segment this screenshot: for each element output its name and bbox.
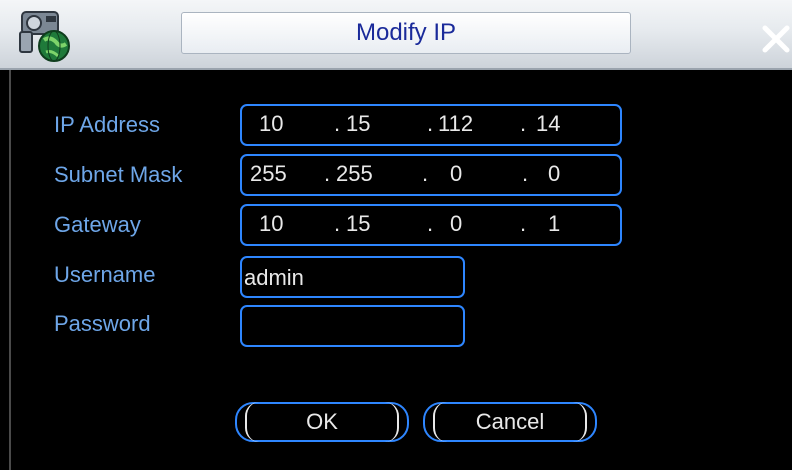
- mask-dot: .: [324, 161, 331, 186]
- subnet-mask-label: Subnet Mask: [54, 162, 183, 187]
- subnet-mask-field[interactable]: 255 . 255 . 0 . 0: [240, 154, 622, 196]
- form-area: IP Address 10 . 15 . 112 . 14 Subnet Mas…: [9, 70, 792, 470]
- dialog-title: Modify IP: [355, 19, 457, 46]
- mask-octet-3: 0: [450, 161, 463, 186]
- title-box: Modify IP: [181, 12, 631, 54]
- network-camera-globe-icon: [19, 11, 70, 62]
- mask-octet-2: 255: [336, 161, 373, 186]
- ip-octet-3: 112: [438, 111, 474, 136]
- gw-dot: .: [334, 211, 341, 236]
- ip-address-field[interactable]: 10 . 15 . 112 . 14: [240, 104, 622, 146]
- ip-octet-2: 15: [346, 111, 371, 136]
- modify-ip-dialog: Modify IP IP Address 10 . 15 . 112 . 14 …: [0, 0, 792, 470]
- gateway-field[interactable]: 10 . 15 . 0 . 1: [240, 204, 622, 246]
- gw-octet-2: 15: [346, 211, 371, 236]
- close-icon[interactable]: [756, 16, 790, 56]
- gateway-label: Gateway: [54, 212, 141, 237]
- ip-dot: .: [334, 111, 341, 136]
- cancel-button-label: Cancel: [475, 409, 545, 434]
- username-label: Username: [54, 262, 156, 287]
- gw-dot: .: [427, 211, 434, 236]
- mask-dot: .: [522, 161, 529, 186]
- password-input[interactable]: [240, 305, 465, 347]
- mask-dot: .: [422, 161, 429, 186]
- ip-address-label: IP Address: [54, 112, 160, 137]
- gw-octet-1: 10: [259, 211, 284, 236]
- password-label: Password: [54, 311, 151, 336]
- username-value: admin: [244, 265, 304, 290]
- username-input[interactable]: admin: [240, 256, 465, 298]
- ok-button[interactable]: OK: [235, 402, 409, 442]
- ip-octet-1: 10: [259, 111, 284, 136]
- gw-dot: .: [520, 211, 527, 236]
- title-bar: Modify IP: [0, 0, 792, 70]
- ip-octet-4: 14: [536, 111, 561, 136]
- gw-octet-3: 0: [450, 211, 463, 236]
- mask-octet-4: 0: [548, 161, 561, 186]
- ok-button-label: OK: [306, 409, 338, 434]
- mask-octet-1: 255: [250, 161, 287, 186]
- ip-dot: .: [520, 111, 527, 136]
- gw-octet-4: 1: [548, 211, 561, 236]
- cancel-button[interactable]: Cancel: [423, 402, 597, 442]
- ip-dot: .: [427, 111, 434, 136]
